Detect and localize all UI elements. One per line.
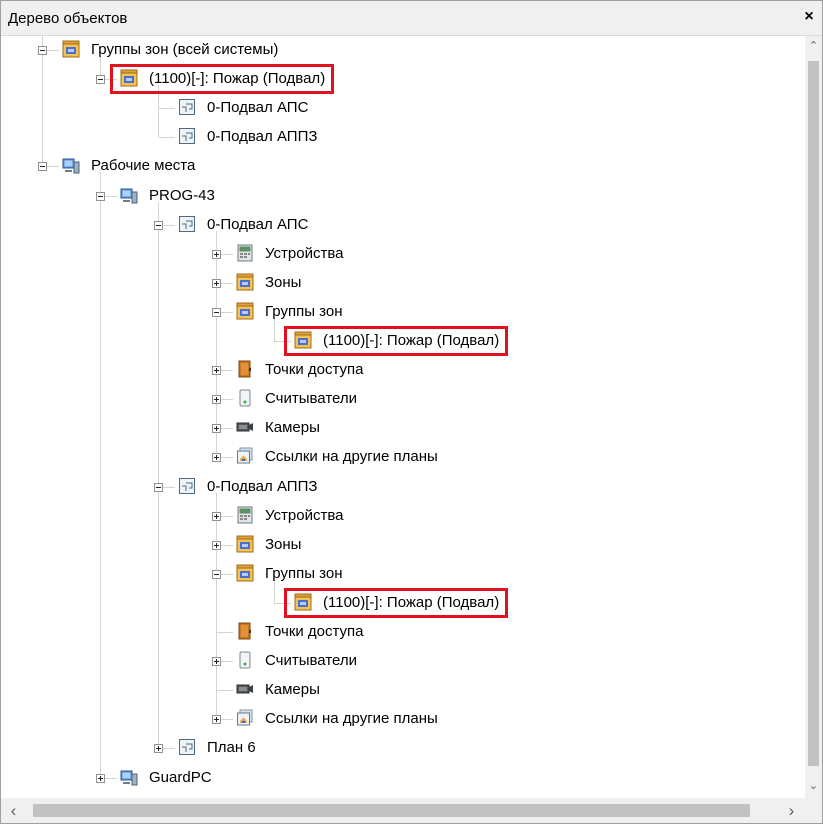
tree-node-label[interactable]: Ссылки на другие планы <box>265 709 438 729</box>
collapse-icon[interactable] <box>96 192 105 201</box>
expand-icon[interactable] <box>212 395 221 404</box>
horizontal-scroll-thumb[interactable] <box>33 804 750 817</box>
tree-node-label[interactable]: 0-Подвал АППЗ <box>207 477 317 497</box>
tree-node-label[interactable]: Точки доступа <box>265 360 364 380</box>
plan-icon <box>178 738 196 756</box>
expand-icon[interactable] <box>212 250 221 259</box>
tree-node-label[interactable]: PROG-43 <box>149 186 215 206</box>
close-icon[interactable]: × <box>800 7 818 27</box>
tree-node-label[interactable]: Устройства <box>265 506 343 526</box>
tree-node-label[interactable]: Точки доступа <box>265 622 364 642</box>
door-icon <box>236 360 254 378</box>
zone-group-icon <box>62 40 80 58</box>
object-tree: Группы зон (всей системы) (1100)[-]: Пожа… <box>1 36 805 798</box>
panel-title: Дерево объектов <box>8 10 128 27</box>
tree-node-label[interactable]: 0-Подвал АПС <box>207 98 308 118</box>
expand-icon[interactable] <box>212 424 221 433</box>
tree-node-label[interactable]: Камеры <box>265 418 320 438</box>
expand-icon[interactable] <box>96 774 105 783</box>
panel-header: Дерево объектов × <box>1 1 822 36</box>
scroll-up-icon[interactable]: ⌃ <box>805 38 822 55</box>
tree-node-label[interactable]: Устройства <box>265 244 343 264</box>
horizontal-scrollbar[interactable]: ‹ › <box>1 798 805 823</box>
tree-node-label[interactable]: 0-Подвал АППЗ <box>207 127 317 147</box>
workstation-icon <box>120 186 138 204</box>
tree-node-label[interactable]: Считыватели <box>265 651 357 671</box>
plan-icon <box>178 98 196 116</box>
camera-icon <box>236 680 254 698</box>
tree-node-label[interactable]: Группы зон <box>265 564 342 584</box>
highlight-box <box>284 326 508 356</box>
plan-icon <box>178 215 196 233</box>
expand-icon[interactable] <box>212 541 221 550</box>
collapse-icon[interactable] <box>212 570 221 579</box>
reader-icon <box>236 651 254 669</box>
tree-node-label[interactable]: Ссылки на другие планы <box>265 447 438 467</box>
vertical-scrollbar[interactable]: ⌃ ⌄ <box>805 36 822 798</box>
workstation-icon <box>62 156 80 174</box>
collapse-icon[interactable] <box>212 308 221 317</box>
expand-icon[interactable] <box>212 715 221 724</box>
device-icon <box>236 506 254 524</box>
collapse-icon[interactable] <box>154 221 163 230</box>
tree-node-label[interactable]: Группы зон <box>265 302 342 322</box>
expand-icon[interactable] <box>212 279 221 288</box>
scrollbar-corner <box>805 798 822 823</box>
tree-node-label[interactable]: Считыватели <box>265 389 357 409</box>
scroll-right-icon[interactable]: › <box>783 802 800 819</box>
expand-icon[interactable] <box>212 453 221 462</box>
zone-group-icon <box>236 273 254 291</box>
tree-node-label[interactable]: Зоны <box>265 535 301 555</box>
device-icon <box>236 244 254 262</box>
expand-icon[interactable] <box>154 744 163 753</box>
highlight-box <box>110 64 334 94</box>
zone-group-icon <box>236 302 254 320</box>
object-tree-panel: Дерево объектов × Группы зон (всей систе… <box>0 0 823 824</box>
scroll-down-icon[interactable]: ⌄ <box>805 778 822 795</box>
scroll-left-icon[interactable]: ‹ <box>5 802 22 819</box>
tree-node-label[interactable]: GuardPC <box>149 768 212 788</box>
workstation-icon <box>120 768 138 786</box>
vertical-scroll-thumb[interactable] <box>808 61 819 766</box>
zone-group-icon <box>236 564 254 582</box>
camera-icon <box>236 418 254 436</box>
plan-link-icon <box>236 709 254 727</box>
highlight-box <box>284 588 508 618</box>
plan-link-icon <box>236 447 254 465</box>
collapse-icon[interactable] <box>38 46 47 55</box>
tree-node-label[interactable]: Зоны <box>265 273 301 293</box>
tree-node-label[interactable]: Рабочие места <box>91 156 195 176</box>
expand-icon[interactable] <box>212 657 221 666</box>
collapse-icon[interactable] <box>38 162 47 171</box>
tree-node-label[interactable]: 0-Подвал АПС <box>207 215 308 235</box>
plan-icon <box>178 477 196 495</box>
tree-node-label[interactable]: План 6 <box>207 738 256 758</box>
zone-group-icon <box>236 535 254 553</box>
collapse-icon[interactable] <box>96 75 105 84</box>
collapse-icon[interactable] <box>154 483 163 492</box>
plan-icon <box>178 127 196 145</box>
expand-icon[interactable] <box>212 512 221 521</box>
tree-node-label[interactable]: Группы зон (всей системы) <box>91 40 278 60</box>
door-icon <box>236 622 254 640</box>
reader-icon <box>236 389 254 407</box>
tree-node-label[interactable]: Камеры <box>265 680 320 700</box>
tree-connector-lines <box>42 36 292 779</box>
expand-icon[interactable] <box>212 366 221 375</box>
